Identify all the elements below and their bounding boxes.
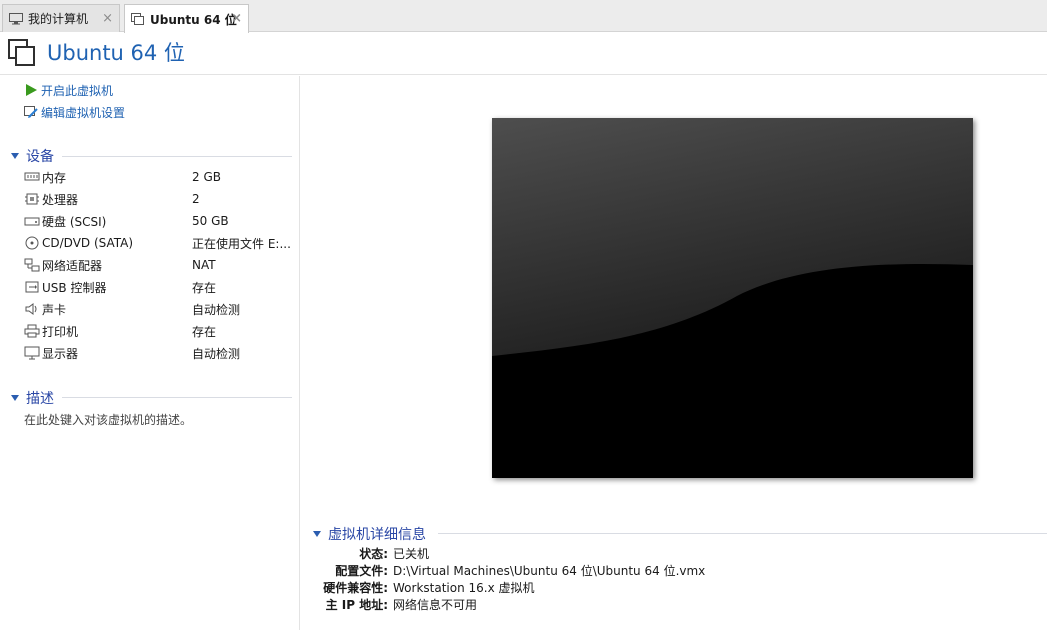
section-divider (62, 397, 292, 398)
device-name: CD/DVD (SATA) (42, 236, 134, 250)
description-section-header[interactable]: 描述 (11, 388, 54, 408)
detail-key: 状态: (359, 547, 388, 561)
printer-icon (24, 324, 40, 338)
collapse-triangle-icon (11, 153, 19, 159)
device-name: 网络适配器 (42, 258, 103, 273)
tab-label: 我的计算机 (28, 12, 89, 26)
device-name: 显示器 (42, 346, 79, 361)
detail-value: 网络信息不可用 (393, 598, 478, 612)
device-row-memory[interactable]: 内存 2 GB (24, 167, 294, 187)
device-name: 硬盘 (SCSI) (42, 214, 107, 229)
devices-heading: 设备 (26, 149, 54, 165)
vm-header: Ubuntu 64 位 (0, 32, 1047, 75)
description-text[interactable]: 在此处键入对该虚拟机的描述。 (24, 411, 192, 428)
device-row-sound[interactable]: 声卡 自动检测 (24, 299, 294, 319)
device-value: 存在 (192, 324, 217, 339)
tab-my-computer[interactable]: 我的计算机 × (2, 4, 120, 32)
usb-icon (25, 281, 39, 293)
devices-section-header[interactable]: 设备 (11, 146, 54, 166)
detail-key: 主 IP 地址: (325, 598, 388, 612)
device-row-network-adapter[interactable]: 网络适配器 NAT (24, 255, 294, 275)
harddisk-icon (24, 217, 40, 226)
monitor-icon (9, 12, 23, 24)
sound-icon (25, 303, 37, 315)
vm-details-heading: 虚拟机详细信息 (328, 527, 426, 543)
close-icon[interactable]: × (102, 11, 113, 26)
device-value: 存在 (192, 280, 217, 295)
network-adapter-icon (24, 258, 40, 272)
detail-key: 配置文件: (335, 564, 388, 578)
play-icon (26, 84, 37, 96)
device-name: 打印机 (42, 324, 79, 339)
collapse-triangle-icon (11, 395, 19, 401)
collapse-triangle-icon (313, 531, 321, 537)
vm-preview-screen[interactable] (492, 118, 973, 478)
section-divider (438, 533, 1047, 534)
device-name: USB 控制器 (42, 280, 107, 295)
detail-key: 硬件兼容性: (323, 581, 388, 595)
detail-value: D:\Virtual Machines\Ubuntu 64 位\Ubuntu 6… (393, 564, 706, 578)
detail-value: Workstation 16.x 虚拟机 (393, 581, 535, 595)
close-icon[interactable]: × (231, 11, 242, 26)
tab-label: Ubuntu 64 位 (150, 12, 237, 27)
detail-row-ip-address: 主 IP 地址: 网络信息不可用 (300, 596, 1040, 613)
start-vm-button[interactable]: 开启此虚拟机 (24, 81, 113, 99)
device-name: 处理器 (42, 192, 79, 207)
tab-bar: 我的计算机 × Ubuntu 64 位 × (0, 0, 1047, 33)
device-value: 自动检测 (192, 302, 241, 317)
device-value: NAT (192, 258, 216, 272)
page-title: Ubuntu 64 位 (47, 41, 185, 65)
device-name: 内存 (42, 170, 67, 185)
device-value: 50 GB (192, 214, 229, 228)
display-icon (24, 346, 40, 360)
device-value: 2 GB (192, 170, 221, 184)
device-value: 正在使用文件 E:... (192, 236, 291, 251)
start-vm-label: 开启此虚拟机 (41, 83, 114, 98)
detail-row-hardware-compat: 硬件兼容性: Workstation 16.x 虚拟机 (300, 579, 1040, 596)
device-name: 声卡 (42, 302, 67, 317)
edit-vm-settings-button[interactable]: 编辑虚拟机设置 (24, 103, 125, 121)
description-heading: 描述 (26, 391, 54, 407)
left-panel: 开启此虚拟机 编辑虚拟机设置 设备 内存 2 GB 处理器 2 硬盘 (SCSI… (0, 76, 300, 630)
device-row-display[interactable]: 显示器 自动检测 (24, 343, 294, 363)
vm-preview-graphic (492, 118, 973, 478)
cd-dvd-icon (25, 236, 39, 250)
vm-icon (8, 39, 35, 66)
device-row-cd-dvd[interactable]: CD/DVD (SATA) 正在使用文件 E:... (24, 233, 294, 253)
tab-ubuntu-64[interactable]: Ubuntu 64 位 × (124, 4, 249, 33)
edit-settings-icon (24, 106, 38, 118)
device-value: 自动检测 (192, 346, 241, 361)
edit-vm-settings-label: 编辑虚拟机设置 (41, 105, 126, 120)
device-row-processor[interactable]: 处理器 2 (24, 189, 294, 209)
vm-icon (131, 13, 144, 25)
memory-icon (24, 172, 40, 181)
detail-row-status: 状态: 已关机 (300, 545, 1040, 562)
device-row-usb[interactable]: USB 控制器 存在 (24, 277, 294, 297)
detail-row-config-file: 配置文件: D:\Virtual Machines\Ubuntu 64 位\Ub… (300, 562, 1040, 579)
section-divider (62, 156, 292, 157)
detail-value: 已关机 (393, 547, 430, 561)
device-row-printer[interactable]: 打印机 存在 (24, 321, 294, 341)
device-value: 2 (192, 192, 200, 206)
vm-details-section-header[interactable]: 虚拟机详细信息 (313, 524, 426, 544)
device-row-harddisk[interactable]: 硬盘 (SCSI) 50 GB (24, 211, 294, 231)
processor-icon (25, 193, 39, 205)
